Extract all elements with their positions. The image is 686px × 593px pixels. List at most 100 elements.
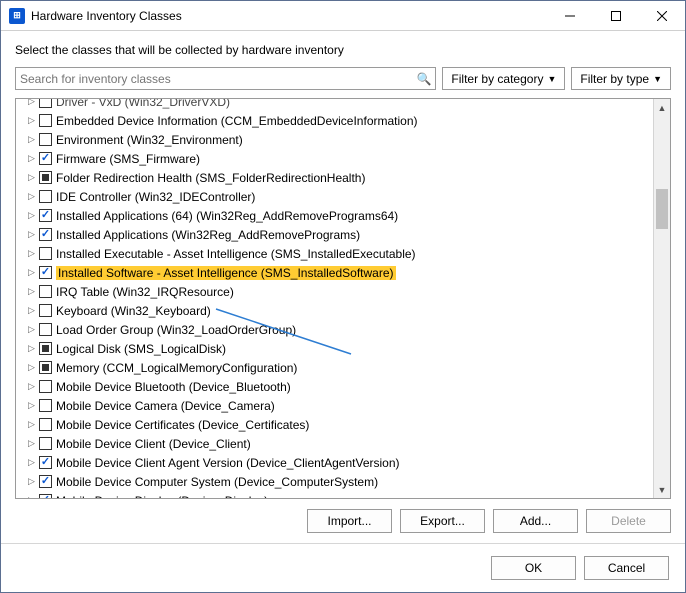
class-checkbox[interactable] (39, 114, 52, 127)
class-row[interactable]: ▷ Installed Software - Asset Intelligence… (20, 263, 653, 282)
class-checkbox[interactable] (39, 152, 52, 165)
search-input[interactable] (20, 72, 416, 86)
class-label: Installed Software - Asset Intelligence … (56, 266, 396, 280)
class-label: Firmware (SMS_Firmware) (56, 152, 200, 166)
scrollbar-thumb[interactable] (656, 189, 668, 229)
class-row[interactable]: ▷ Mobile Device Display (Device_Display) (20, 491, 653, 498)
class-row[interactable]: ▷Driver - VxD (Win32_DriverVXD) (20, 99, 653, 111)
class-checkbox[interactable] (39, 323, 52, 336)
action-buttons: Import... Export... Add... Delete (15, 509, 671, 533)
scrollbar[interactable]: ▲ ▼ (653, 99, 670, 498)
class-row[interactable]: ▷IRQ Table (Win32_IRQResource) (20, 282, 653, 301)
close-button[interactable] (639, 1, 685, 30)
class-row[interactable]: ▷ Mobile Device Certificates (Device_Cert… (20, 415, 653, 434)
search-box[interactable]: 🔍 (15, 67, 436, 90)
filter-type-label: Filter by type (580, 72, 649, 86)
class-row[interactable]: ▷ Environment (Win32_Environment) (20, 130, 653, 149)
filter-type-button[interactable]: Filter by type ▼ (571, 67, 671, 90)
import-button[interactable]: Import... (307, 509, 392, 533)
filter-category-label: Filter by category (451, 72, 543, 86)
class-checkbox[interactable] (39, 209, 52, 222)
class-checkbox[interactable] (39, 380, 52, 393)
class-checkbox[interactable] (39, 361, 52, 374)
expander-icon[interactable]: ▷ (26, 153, 37, 164)
class-row[interactable]: ▷ Keyboard (Win32_Keyboard) (20, 301, 653, 320)
class-label: Mobile Device Certificates (Device_Certi… (56, 418, 309, 432)
class-label: Environment (Win32_Environment) (56, 133, 243, 147)
filter-category-button[interactable]: Filter by category ▼ (442, 67, 565, 90)
expander-icon[interactable]: ▷ (26, 99, 37, 107)
expander-icon[interactable]: ▷ (26, 362, 37, 373)
ok-button[interactable]: OK (491, 556, 576, 580)
expander-icon[interactable]: ▷ (26, 134, 37, 145)
class-checkbox[interactable] (39, 456, 52, 469)
add-button[interactable]: Add... (493, 509, 578, 533)
expander-icon[interactable]: ▷ (26, 324, 37, 335)
expander-icon[interactable]: ▷ (26, 115, 37, 126)
expander-icon[interactable]: ▷ (26, 210, 37, 221)
expander-icon[interactable]: ▷ (26, 476, 37, 487)
class-label: Mobile Device Display (Device_Display) (56, 494, 268, 499)
window-title: Hardware Inventory Classes (31, 9, 547, 23)
export-button[interactable]: Export... (400, 509, 485, 533)
expander-icon[interactable]: ▷ (26, 400, 37, 411)
class-checkbox[interactable] (39, 285, 52, 298)
class-checkbox[interactable] (39, 190, 52, 203)
expander-icon[interactable]: ▷ (26, 457, 37, 468)
class-checkbox[interactable] (39, 228, 52, 241)
class-checkbox[interactable] (39, 437, 52, 450)
class-label: Load Order Group (Win32_LoadOrderGroup) (56, 323, 296, 337)
search-icon[interactable]: 🔍 (416, 72, 431, 86)
class-row[interactable]: ▷Mobile Device Computer System (Device_C… (20, 472, 653, 491)
cancel-button[interactable]: Cancel (584, 556, 669, 580)
expander-icon[interactable]: ▷ (26, 248, 37, 259)
expander-icon[interactable]: ▷ (26, 343, 37, 354)
class-row[interactable]: ▷ Firmware (SMS_Firmware) (20, 149, 653, 168)
class-row[interactable]: ▷Mobile Device Client Agent Version (Dev… (20, 453, 653, 472)
class-checkbox[interactable] (39, 475, 52, 488)
instruction-text: Select the classes that will be collecte… (15, 43, 671, 57)
class-row[interactable]: ▷Installed Applications (64) (Win32Reg_A… (20, 206, 653, 225)
class-checkbox[interactable] (39, 171, 52, 184)
class-checkbox[interactable] (39, 133, 52, 146)
class-checkbox[interactable] (39, 399, 52, 412)
expander-icon[interactable]: ▷ (26, 419, 37, 430)
class-label: Embedded Device Information (CCM_Embedde… (56, 114, 418, 128)
class-row[interactable]: ▷Memory (CCM_LogicalMemoryConfiguration) (20, 358, 653, 377)
class-row[interactable]: ▷ Embedded Device Information (CCM_Embedd… (20, 111, 653, 130)
class-label: Keyboard (Win32_Keyboard) (56, 304, 211, 318)
expander-icon[interactable]: ▷ (26, 229, 37, 240)
class-row[interactable]: ▷ Mobile Device Bluetooth (Device_Bluetoo… (20, 377, 653, 396)
class-row[interactable]: ▷Folder Redirection Health (SMS_FolderRe… (20, 168, 653, 187)
class-checkbox[interactable] (39, 247, 52, 260)
dialog-footer: OK Cancel (1, 543, 685, 592)
class-row[interactable]: ▷IDE Controller (Win32_IDEController) (20, 187, 653, 206)
expander-icon[interactable]: ▷ (26, 438, 37, 449)
class-checkbox[interactable] (39, 304, 52, 317)
class-row[interactable]: ▷Mobile Device Camera (Device_Camera) (20, 396, 653, 415)
expander-icon[interactable]: ▷ (26, 191, 37, 202)
class-row[interactable]: ▷ Load Order Group (Win32_LoadOrderGroup) (20, 320, 653, 339)
class-checkbox[interactable] (39, 266, 52, 279)
minimize-button[interactable] (547, 1, 593, 30)
expander-icon[interactable]: ▷ (26, 286, 37, 297)
class-label: Mobile Device Bluetooth (Device_Bluetoot… (56, 380, 291, 394)
expander-icon[interactable]: ▷ (26, 267, 37, 278)
class-row[interactable]: ▷Logical Disk (SMS_LogicalDisk) (20, 339, 653, 358)
class-checkbox[interactable] (39, 342, 52, 355)
class-row[interactable]: ▷Mobile Device Client (Device_Client) (20, 434, 653, 453)
scroll-up-button[interactable]: ▲ (654, 99, 670, 116)
class-row[interactable]: ▷Installed Executable - Asset Intelligen… (20, 244, 653, 263)
maximize-button[interactable] (593, 1, 639, 30)
class-checkbox[interactable] (39, 494, 52, 498)
expander-icon[interactable]: ▷ (26, 305, 37, 316)
class-checkbox[interactable] (39, 99, 52, 108)
scroll-down-button[interactable]: ▼ (654, 481, 670, 498)
expander-icon[interactable]: ▷ (26, 495, 37, 498)
class-checkbox[interactable] (39, 418, 52, 431)
class-row[interactable]: ▷Installed Applications (Win32Reg_AddRem… (20, 225, 653, 244)
delete-button[interactable]: Delete (586, 509, 671, 533)
expander-icon[interactable]: ▷ (26, 172, 37, 183)
chevron-down-icon: ▼ (653, 74, 662, 84)
expander-icon[interactable]: ▷ (26, 381, 37, 392)
